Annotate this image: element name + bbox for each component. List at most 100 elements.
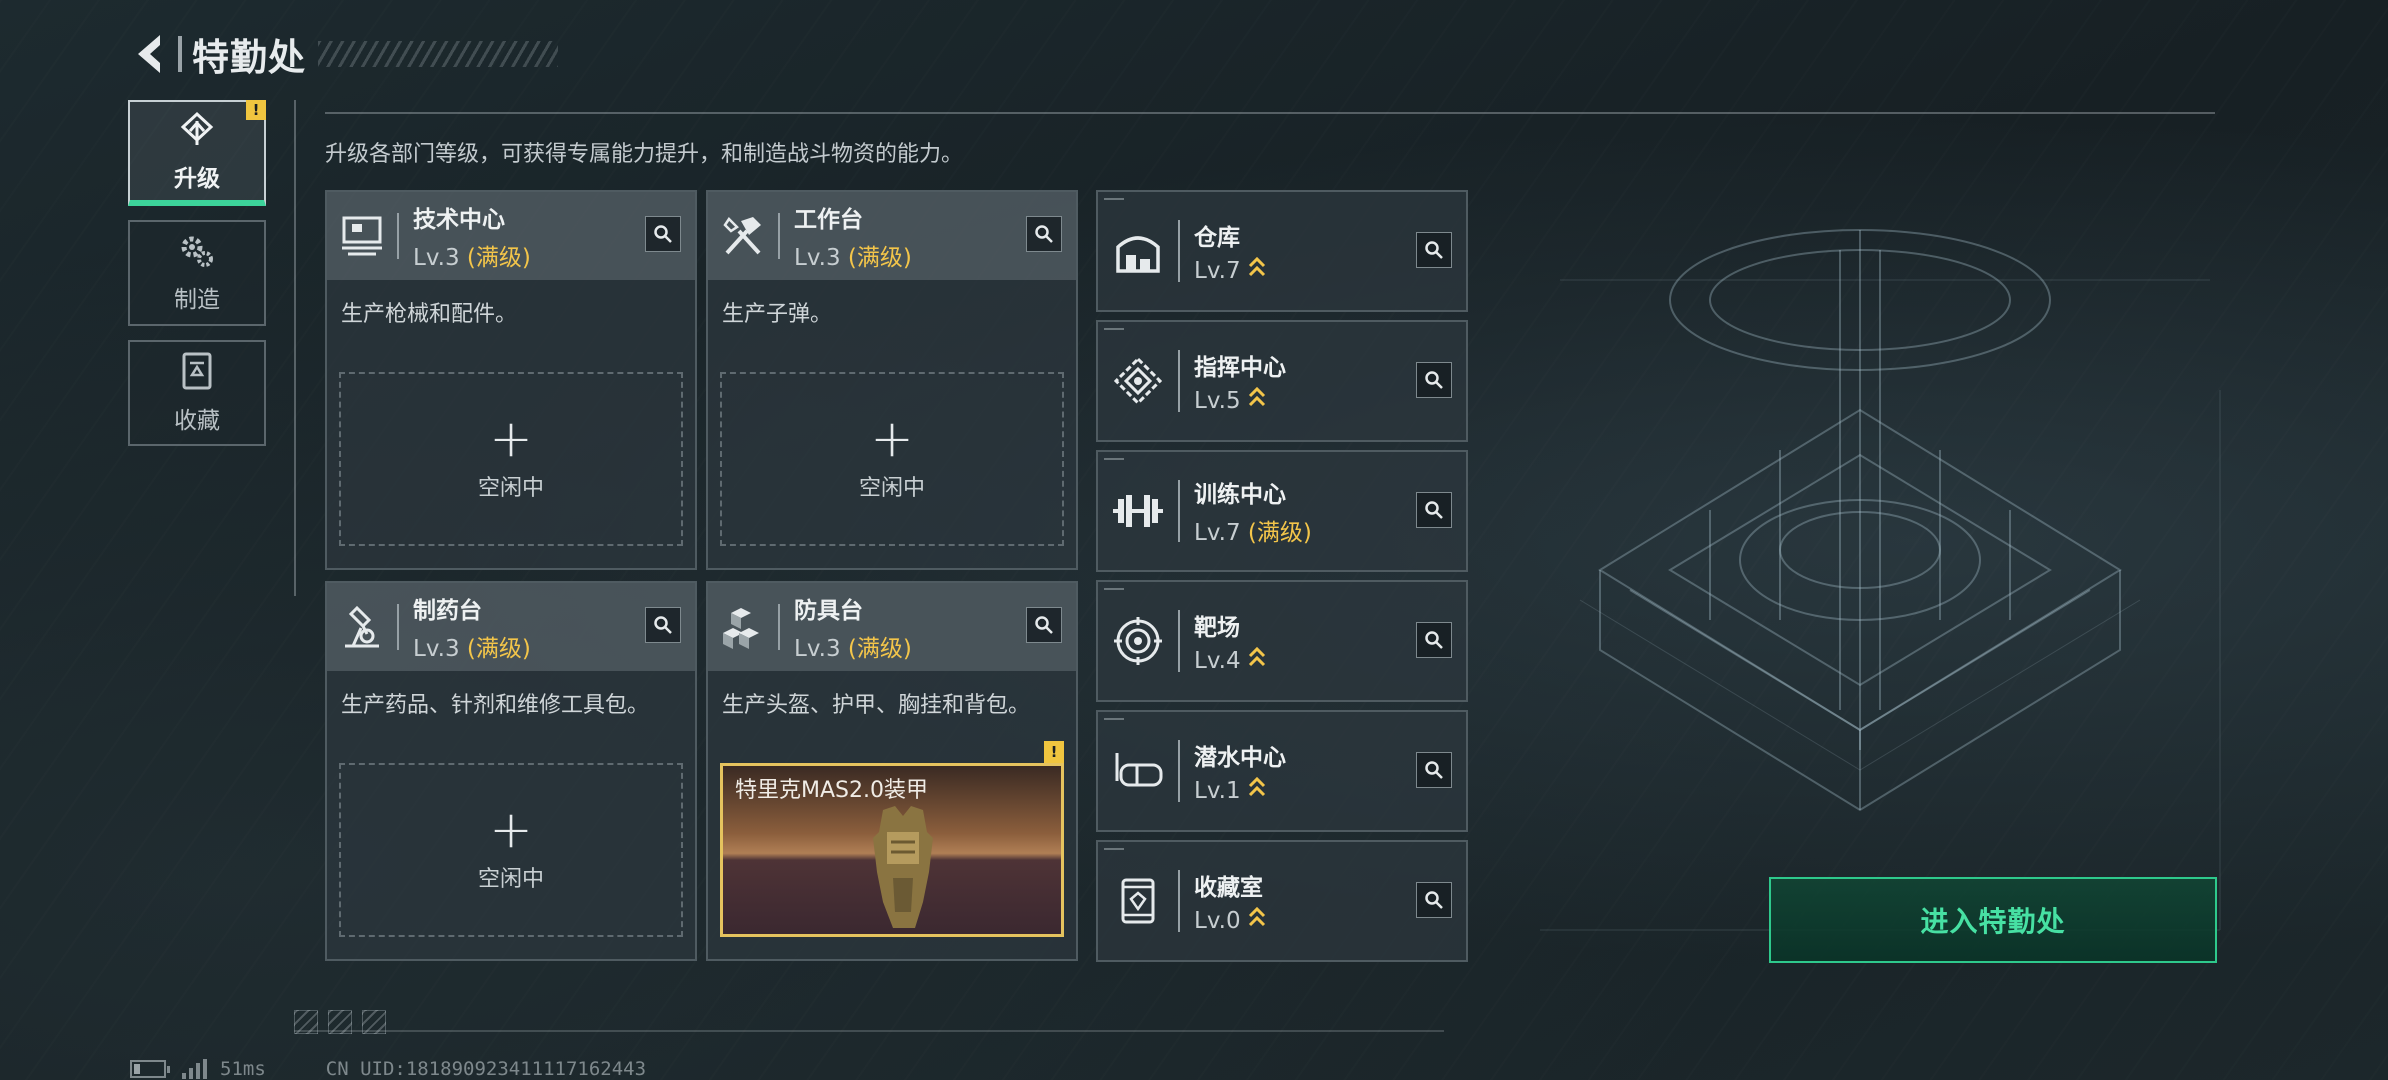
card-divider <box>1178 870 1180 932</box>
level-value: Lv.4 <box>1194 648 1241 674</box>
card-divider <box>1178 740 1180 802</box>
page-subtitle: 升级各部门等级，可获得专属能力提升，和制造战斗物资的能力。 <box>325 142 964 167</box>
frame-left-line <box>294 100 296 596</box>
crafting-item-slot[interactable]: 特里克MAS2.0装甲 <box>720 763 1064 937</box>
card-name: 技术中心 <box>413 207 505 233</box>
production-slot[interactable]: + 空闲中 <box>339 763 683 937</box>
search-button[interactable] <box>1416 362 1452 398</box>
card-description: 生产枪械和配件。 <box>341 302 518 327</box>
card-title-block: 指挥中心 Lv.5 <box>1194 348 1286 414</box>
card-header: 潜水中心 Lv.1 <box>1098 712 1466 830</box>
upgrade-icon <box>175 109 219 153</box>
card-title-block: 工作台 Lv.3 (满级) <box>794 200 912 272</box>
level-value: Lv.3 <box>794 636 841 662</box>
card-level: Lv.7 (满级) <box>1194 513 1312 547</box>
level-value: Lv.5 <box>1194 388 1241 414</box>
bottom-divider <box>294 1030 1444 1032</box>
warehouse-icon <box>1098 192 1178 310</box>
card-divider <box>1178 350 1180 412</box>
search-icon <box>654 616 672 634</box>
card-name: 制药台 <box>413 598 482 624</box>
title-hatch-decoration <box>318 41 558 67</box>
card-divider <box>1178 220 1180 282</box>
level-value: Lv.7 <box>1194 520 1241 546</box>
card-description: 生产子弹。 <box>722 302 833 327</box>
small-card-warehouse: 仓库 Lv.7 <box>1096 190 1468 312</box>
plus-icon: + <box>489 409 533 469</box>
alert-badge: ! <box>246 100 266 120</box>
search-button[interactable] <box>1416 622 1452 658</box>
card-description: 生产头盔、护甲、胸挂和背包。 <box>722 693 1031 718</box>
card-level: Lv.4 <box>1194 646 1266 674</box>
nav-item-upgrade[interactable]: ! 升级 <box>128 100 266 206</box>
search-button[interactable] <box>1026 607 1062 643</box>
collection-icon <box>179 351 215 395</box>
frame-top-line <box>325 112 2215 114</box>
training-center-icon <box>1098 452 1178 570</box>
gears-icon <box>177 232 217 274</box>
max-level-tag: (满级) <box>466 636 531 662</box>
card-name: 指挥中心 <box>1194 355 1286 381</box>
upgrade-arrow-icon <box>1248 256 1265 277</box>
card-title-block: 技术中心 Lv.3 (满级) <box>413 200 531 272</box>
card-name: 潜水中心 <box>1194 745 1286 771</box>
card-level: Lv.3 (满级) <box>794 238 912 272</box>
level-value: Lv.3 <box>794 245 841 271</box>
page-header: 特勤处 <box>128 24 558 84</box>
back-arrow-icon[interactable] <box>128 29 172 79</box>
ping-value: 51ms <box>220 1058 266 1080</box>
level-value: Lv.7 <box>1194 258 1241 284</box>
plus-icon: + <box>489 800 533 860</box>
search-button[interactable] <box>645 607 681 643</box>
search-icon <box>1425 501 1443 519</box>
level-value: Lv.3 <box>413 245 460 271</box>
search-button[interactable] <box>1416 232 1452 268</box>
search-button[interactable] <box>1416 882 1452 918</box>
card-header: 防具台 Lv.3 (满级) <box>708 583 1076 671</box>
small-card-command-center: 指挥中心 Lv.5 <box>1096 320 1468 442</box>
card-divider <box>778 604 780 650</box>
search-button[interactable] <box>1416 492 1452 528</box>
search-button[interactable] <box>1416 752 1452 788</box>
level-value: Lv.0 <box>1194 908 1241 934</box>
user-uid: CN UID:181890923411117162443 <box>325 1058 647 1080</box>
collection-room-icon <box>1098 842 1178 960</box>
plus-icon: + <box>870 409 914 469</box>
search-icon <box>1425 891 1443 909</box>
search-icon <box>1425 241 1443 259</box>
card-description: 生产药品、针剂和维修工具包。 <box>341 693 650 718</box>
card-divider <box>778 213 780 259</box>
pharmacy-icon <box>327 583 397 671</box>
production-slot[interactable]: + 空闲中 <box>720 372 1064 546</box>
level-value: Lv.3 <box>413 636 460 662</box>
hatch-decoration <box>294 1010 396 1034</box>
max-level-tag: (满级) <box>1247 520 1312 546</box>
card-title-block: 收藏室 Lv.0 <box>1194 868 1266 934</box>
card-header: 技术中心 Lv.3 (满级) <box>327 192 695 280</box>
max-level-tag: (满级) <box>466 245 531 271</box>
search-button[interactable] <box>645 216 681 252</box>
crafting-item-name: 特里克MAS2.0装甲 <box>735 778 928 803</box>
sidebar-nav: ! 升级 制造 收藏 <box>128 100 266 460</box>
battery-icon <box>130 1060 170 1078</box>
card-header: 靶场 Lv.4 <box>1098 582 1466 700</box>
search-icon <box>1425 371 1443 389</box>
command-center-icon <box>1098 322 1178 440</box>
enter-facility-button[interactable]: 进入特勤处 <box>1769 877 2217 963</box>
tech-center-icon <box>327 192 397 280</box>
card-header: 收藏室 Lv.0 <box>1098 842 1466 960</box>
card-header: 制药台 Lv.3 (满级) <box>327 583 695 671</box>
small-card-diving-center: 潜水中心 Lv.1 <box>1096 710 1468 832</box>
nav-label-upgrade: 升级 <box>174 166 220 192</box>
nav-item-collection[interactable]: 收藏 <box>128 340 266 446</box>
nav-label-craft: 制造 <box>174 287 220 313</box>
card-title-block: 靶场 Lv.4 <box>1194 608 1266 674</box>
card-level: Lv.7 <box>1194 256 1266 284</box>
search-button[interactable] <box>1026 216 1062 252</box>
card-level: Lv.3 (满级) <box>794 629 912 663</box>
card-title-block: 防具台 Lv.3 (满级) <box>794 591 912 663</box>
production-slot[interactable]: + 空闲中 <box>339 372 683 546</box>
max-level-tag: (满级) <box>847 245 912 271</box>
nav-item-craft[interactable]: 制造 <box>128 220 266 326</box>
level-value: Lv.1 <box>1194 778 1241 804</box>
